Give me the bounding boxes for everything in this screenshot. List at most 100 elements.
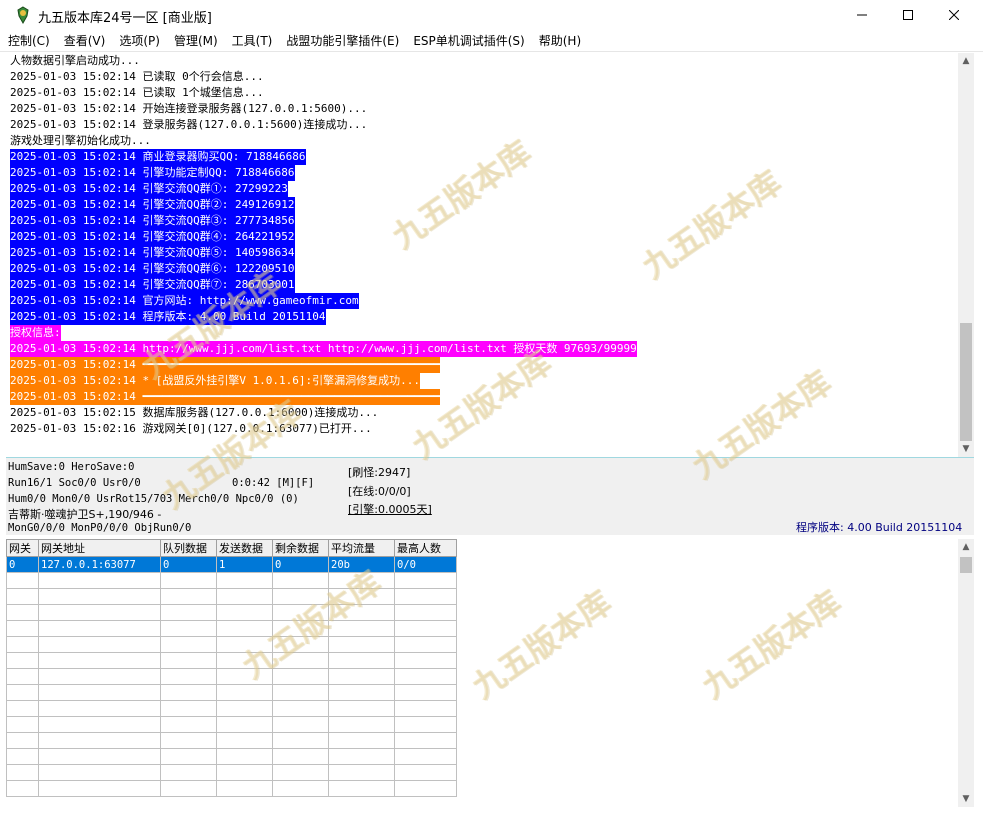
table-row[interactable] bbox=[6, 572, 457, 589]
table-cell bbox=[38, 572, 161, 589]
log-line: 2025-01-03 15:02:14 开始连接登录服务器(127.0.0.1:… bbox=[6, 101, 958, 117]
menu-tools[interactable]: 工具(T) bbox=[225, 30, 280, 52]
menu-options[interactable]: 选项(P) bbox=[112, 30, 167, 52]
table-row[interactable] bbox=[6, 748, 457, 765]
table-cell bbox=[394, 732, 457, 749]
table-cell: 1 bbox=[216, 556, 273, 573]
table-cell bbox=[328, 780, 395, 797]
scroll-up-icon[interactable]: ▲ bbox=[958, 539, 974, 555]
table-cell bbox=[394, 636, 457, 653]
log-line-text: 2025-01-03 15:02:16 游戏网关[0](127.0.0.1:63… bbox=[10, 422, 372, 435]
menu-view[interactable]: 查看(V) bbox=[57, 30, 113, 52]
log-line: 2025-01-03 15:02:14 已读取 0个行会信息... bbox=[6, 69, 958, 85]
table-cell bbox=[328, 764, 395, 781]
table-row[interactable] bbox=[6, 588, 457, 605]
table-cell bbox=[160, 716, 217, 733]
column-header[interactable]: 网关 bbox=[6, 539, 39, 557]
log-line: 2025-01-03 15:02:14 引擎交流QQ群④: 264221952 bbox=[6, 229, 958, 245]
table-row[interactable] bbox=[6, 764, 457, 781]
scroll-up-icon[interactable]: ▲ bbox=[958, 53, 974, 69]
table-row[interactable] bbox=[6, 604, 457, 621]
log-line-text: 2025-01-03 15:02:14 引擎交流QQ群⑤: 140598634 bbox=[10, 245, 295, 261]
program-version: 程序版本: 4.00 Build 20151104 bbox=[796, 521, 963, 534]
column-header[interactable]: 发送数据 bbox=[216, 539, 273, 557]
scroll-down-icon[interactable]: ▼ bbox=[958, 441, 974, 457]
table-cell bbox=[38, 700, 161, 717]
log-line-text: 2025-01-03 15:02:14 官方网站: http://www.gam… bbox=[10, 293, 359, 309]
column-header[interactable]: 平均流量 bbox=[328, 539, 395, 557]
table-scrollbar-thumb[interactable] bbox=[960, 557, 972, 573]
table-cell bbox=[216, 636, 273, 653]
log-line-text: 2025-01-03 15:02:14 * [战盟反外挂引擎V 1.0.1.6]… bbox=[10, 373, 421, 389]
table-cell bbox=[160, 684, 217, 701]
table-row[interactable] bbox=[6, 700, 457, 717]
table-cell bbox=[38, 652, 161, 669]
log-line: 2025-01-03 15:02:14 已读取 1个城堡信息... bbox=[6, 85, 958, 101]
log-line: 2025-01-03 15:02:14 程序版本: 4.00 Build 201… bbox=[6, 309, 958, 325]
table-row[interactable] bbox=[6, 636, 457, 653]
table-cell bbox=[328, 604, 395, 621]
menu-esp-debug[interactable]: ESP单机调试插件(S) bbox=[406, 30, 531, 52]
table-cell bbox=[216, 572, 273, 589]
table-cell bbox=[160, 700, 217, 717]
table-cell bbox=[272, 716, 329, 733]
table-cell bbox=[6, 748, 39, 765]
column-header[interactable]: 最高人数 bbox=[394, 539, 457, 557]
table-cell bbox=[272, 636, 329, 653]
table-cell bbox=[328, 700, 395, 717]
table-cell bbox=[394, 652, 457, 669]
table-cell bbox=[38, 764, 161, 781]
minimize-button[interactable] bbox=[839, 0, 885, 30]
log-scrollbar[interactable]: ▲ ▼ bbox=[958, 53, 974, 457]
table-cell bbox=[160, 764, 217, 781]
scroll-down-icon[interactable]: ▼ bbox=[958, 791, 974, 807]
log-line-text: 2025-01-03 15:02:14 http://www.jjj.com/l… bbox=[10, 341, 637, 357]
column-header[interactable]: 队列数据 bbox=[160, 539, 217, 557]
log-line-text: 2025-01-03 15:02:14 引擎交流QQ群⑥: 122209510 bbox=[10, 261, 295, 277]
table-cell bbox=[272, 604, 329, 621]
menu-engine-plugins[interactable]: 战盟功能引擎插件(E) bbox=[279, 30, 406, 52]
menu-help[interactable]: 帮助(H) bbox=[532, 30, 588, 52]
column-header[interactable]: 剩余数据 bbox=[272, 539, 329, 557]
table-row[interactable] bbox=[6, 652, 457, 669]
log-line-text: 游戏处理引擎初始化成功... bbox=[10, 134, 151, 147]
log-line: 2025-01-03 15:02:14 引擎交流QQ群③: 277734856 bbox=[6, 213, 958, 229]
column-header[interactable]: 网关地址 bbox=[38, 539, 161, 557]
table-cell bbox=[160, 748, 217, 765]
status-run: Run16/1 Soc0/0 Usr0/0 bbox=[8, 477, 141, 489]
table-row[interactable] bbox=[6, 620, 457, 637]
table-cell: 0 bbox=[160, 556, 217, 573]
table-cell bbox=[6, 780, 39, 797]
table-row[interactable] bbox=[6, 716, 457, 733]
status-save: HumSave:0 HeroSave:0 bbox=[8, 461, 135, 473]
table-cell bbox=[272, 700, 329, 717]
table-cell bbox=[6, 604, 39, 621]
table-cell bbox=[216, 604, 273, 621]
table-scrollbar[interactable]: ▲ ▼ bbox=[958, 539, 974, 807]
table-cell bbox=[272, 732, 329, 749]
table-cell bbox=[38, 716, 161, 733]
menu-control[interactable]: 控制(C) bbox=[0, 30, 57, 52]
table-cell bbox=[38, 588, 161, 605]
close-button[interactable] bbox=[931, 0, 977, 30]
log-line: 2025-01-03 15:02:14 登录服务器(127.0.0.1:5600… bbox=[6, 117, 958, 133]
table-cell bbox=[38, 668, 161, 685]
table-row[interactable] bbox=[6, 732, 457, 749]
table-cell bbox=[38, 684, 161, 701]
log-line-text: 2025-01-03 15:02:15 数据库服务器(127.0.0.1:600… bbox=[10, 406, 379, 419]
table-cell bbox=[38, 620, 161, 637]
table-cell bbox=[6, 764, 39, 781]
menu-manage[interactable]: 管理(M) bbox=[167, 30, 225, 52]
table-row[interactable] bbox=[6, 780, 457, 797]
log-output[interactable]: 人物数据引擎启动成功... 2025-01-03 15:02:14 已读取 0个行… bbox=[6, 53, 958, 457]
table-cell bbox=[160, 732, 217, 749]
table-row[interactable] bbox=[6, 684, 457, 701]
table-cell bbox=[38, 732, 161, 749]
table-row[interactable]: 0 127.0.0.1:63077 0 1 0 20b 0/0 bbox=[6, 556, 457, 573]
status-engine[interactable]: [引擎:0.0005天] bbox=[348, 501, 432, 517]
log-line-text: 2025-01-03 15:02:14 已读取 0个行会信息... bbox=[10, 70, 264, 83]
table-row[interactable] bbox=[6, 668, 457, 685]
maximize-button[interactable] bbox=[885, 0, 931, 30]
log-scrollbar-thumb[interactable] bbox=[960, 323, 972, 441]
log-line-text: 2025-01-03 15:02:14 引擎交流QQ群③: 277734856 bbox=[10, 213, 295, 229]
